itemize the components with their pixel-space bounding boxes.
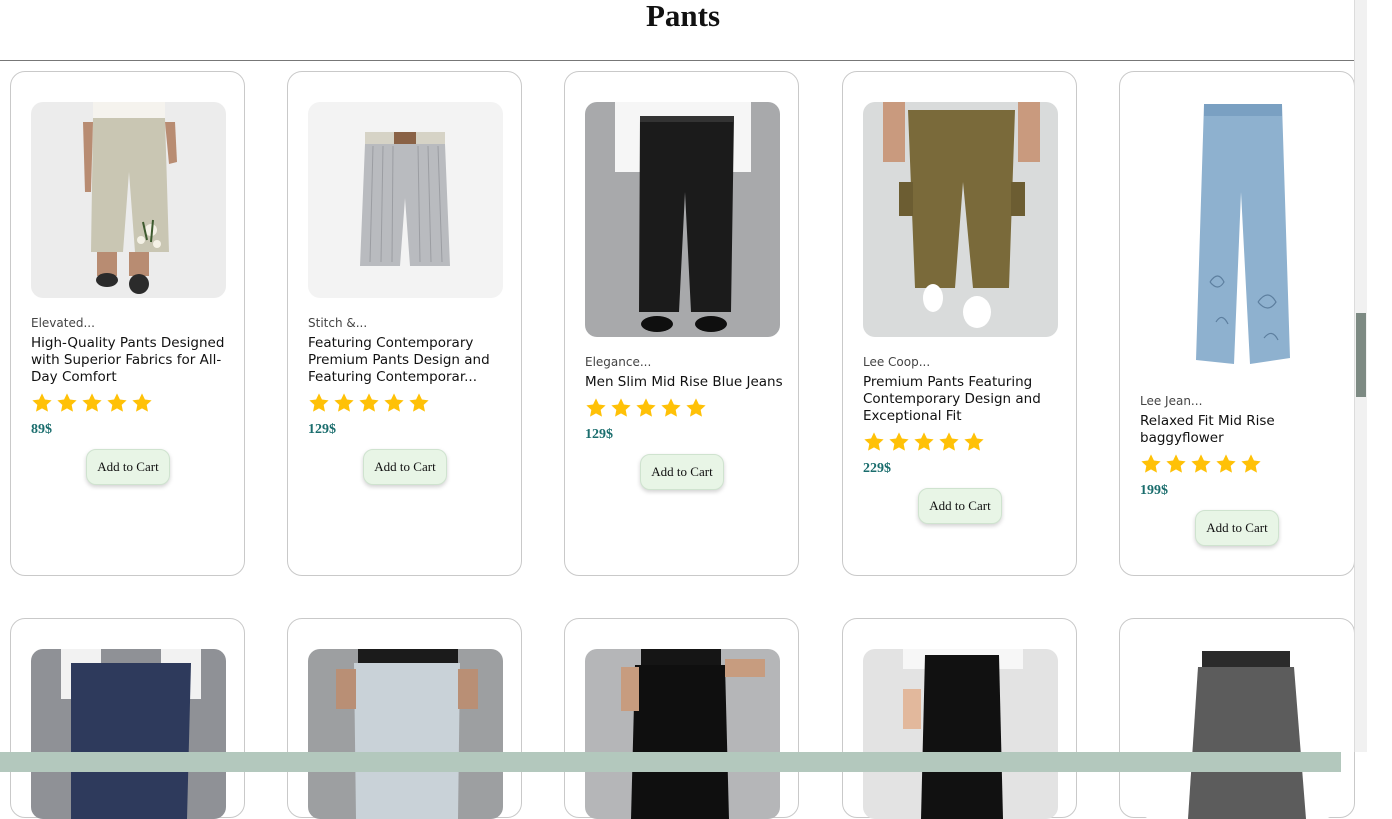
product-card bbox=[287, 618, 522, 819]
product-card bbox=[10, 618, 245, 819]
rating-stars bbox=[307, 392, 431, 414]
star-icon bbox=[82, 393, 102, 412]
product-image[interactable] bbox=[1140, 649, 1335, 819]
product-card bbox=[842, 618, 1077, 819]
product-brand: Stitch &... bbox=[308, 316, 368, 330]
product-price: 129$ bbox=[308, 422, 336, 437]
star-icon bbox=[1241, 454, 1261, 473]
product-name[interactable]: Relaxed Fit Mid Rise baggyflower bbox=[1140, 413, 1340, 447]
product-image[interactable] bbox=[308, 102, 503, 298]
product-card bbox=[564, 618, 799, 819]
star-icon bbox=[32, 393, 52, 412]
add-to-cart-button[interactable]: Add to Cart bbox=[640, 454, 724, 490]
product-brand: Elevated... bbox=[31, 316, 95, 330]
product-price: 89$ bbox=[31, 422, 52, 437]
add-to-cart-button[interactable]: Add to Cart bbox=[86, 449, 170, 485]
product-image[interactable] bbox=[31, 649, 226, 819]
star-icon bbox=[334, 393, 354, 412]
product-brand: Elegance... bbox=[585, 355, 652, 369]
star-icon bbox=[409, 393, 429, 412]
product-card: Lee Coop... Premium Pants Featuring Cont… bbox=[842, 71, 1077, 576]
page-title: Pants bbox=[645, 0, 721, 33]
star-icon bbox=[889, 432, 909, 451]
product-card: Elevated... High-Quality Pants Designed … bbox=[10, 71, 245, 576]
product-image[interactable] bbox=[1140, 102, 1335, 376]
rating-stars bbox=[584, 397, 708, 419]
star-icon bbox=[964, 432, 984, 451]
product-card bbox=[1119, 618, 1355, 819]
star-icon bbox=[57, 393, 77, 412]
product-price: 129$ bbox=[585, 427, 613, 442]
star-icon bbox=[914, 432, 934, 451]
add-to-cart-button[interactable]: Add to Cart bbox=[363, 449, 447, 485]
product-card: Elegance... Men Slim Mid Rise Blue Jeans… bbox=[564, 71, 799, 576]
product-image[interactable] bbox=[585, 649, 780, 819]
product-name[interactable]: Men Slim Mid Rise Blue Jeans bbox=[585, 374, 785, 391]
star-icon bbox=[309, 393, 329, 412]
bottom-bar bbox=[0, 752, 1341, 772]
page-header: Pants bbox=[0, 0, 1354, 61]
star-icon bbox=[864, 432, 884, 451]
product-image[interactable] bbox=[308, 649, 503, 819]
product-brand: Lee Coop... bbox=[863, 355, 931, 369]
product-name[interactable]: Premium Pants Featuring Contemporary Des… bbox=[863, 374, 1063, 425]
star-icon bbox=[939, 432, 959, 451]
star-icon bbox=[686, 398, 706, 417]
product-price: 229$ bbox=[863, 461, 891, 476]
product-image[interactable] bbox=[31, 102, 226, 298]
star-icon bbox=[1166, 454, 1186, 473]
star-icon bbox=[586, 398, 606, 417]
product-name[interactable]: High-Quality Pants Designed with Superio… bbox=[31, 335, 231, 386]
product-brand: Lee Jean... bbox=[1140, 394, 1203, 408]
product-card: Lee Jean... Relaxed Fit Mid Rise baggyfl… bbox=[1119, 71, 1355, 576]
star-icon bbox=[107, 393, 127, 412]
star-icon bbox=[132, 393, 152, 412]
star-icon bbox=[359, 393, 379, 412]
star-icon bbox=[611, 398, 631, 417]
product-image[interactable] bbox=[863, 102, 1058, 337]
star-icon bbox=[1191, 454, 1211, 473]
rating-stars bbox=[1139, 453, 1263, 475]
product-image[interactable] bbox=[585, 102, 780, 337]
add-to-cart-button[interactable]: Add to Cart bbox=[918, 488, 1002, 524]
add-to-cart-button[interactable]: Add to Cart bbox=[1195, 510, 1279, 546]
star-icon bbox=[661, 398, 681, 417]
product-name[interactable]: Featuring Contemporary Premium Pants Des… bbox=[308, 335, 508, 386]
rating-stars bbox=[862, 431, 986, 453]
product-price: 199$ bbox=[1140, 483, 1168, 498]
star-icon bbox=[636, 398, 656, 417]
star-icon bbox=[384, 393, 404, 412]
rating-stars bbox=[30, 392, 154, 414]
star-icon bbox=[1141, 454, 1161, 473]
product-image[interactable] bbox=[863, 649, 1058, 819]
scrollbar-thumb[interactable] bbox=[1356, 313, 1366, 397]
product-card: Stitch &... Featuring Contemporary Premi… bbox=[287, 71, 522, 576]
star-icon bbox=[1216, 454, 1236, 473]
